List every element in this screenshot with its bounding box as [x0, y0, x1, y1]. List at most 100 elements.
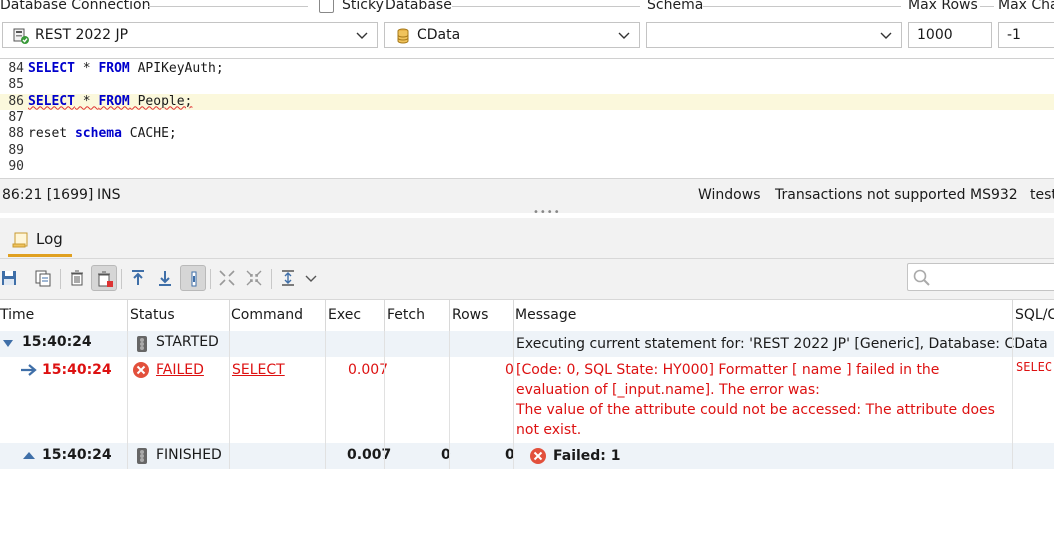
chevron-down-icon [880, 32, 892, 39]
arrow-down-icon [159, 271, 171, 286]
header-sql[interactable]: SQL/C [1015, 307, 1054, 323]
schema-label: Schema [647, 0, 704, 13]
table-row[interactable]: 15:40:24 FAILED SELECT 0.007 0 [Code: 0,… [0, 357, 1054, 442]
max-chars-value: -1 [1007, 27, 1021, 43]
database-value: CData [417, 27, 461, 43]
row-time: 15:40:24 [42, 362, 112, 378]
row-sql: SELEC [1016, 360, 1053, 374]
line-number: 87 [8, 109, 24, 125]
line-number: 90 [8, 158, 24, 174]
chevron-down-icon [618, 32, 630, 39]
editor-line[interactable]: 84 SELECT * FROM APIKeyAuth; [0, 61, 1054, 77]
row-status-link[interactable]: FAILED [156, 362, 204, 378]
arrow-up-icon [132, 270, 144, 285]
header-command[interactable]: Command [231, 307, 303, 323]
editor-line[interactable]: 89 [0, 143, 1054, 159]
row-exec: 0.007 [348, 362, 389, 378]
tab-log[interactable]: Log [8, 222, 72, 257]
code-text: SELECT * FROM APIKeyAuth; [28, 61, 224, 76]
max-rows-input[interactable]: 1000 [908, 22, 992, 48]
splitter-handle[interactable]: •••• [533, 207, 561, 218]
divider [980, 6, 994, 7]
schema-select[interactable] [646, 22, 902, 48]
database-select[interactable]: CData [384, 22, 640, 48]
sql-editor[interactable]: 84 SELECT * FROM APIKeyAuth; 85 86 SELECT * … [0, 58, 1054, 177]
insert-mode: INS [97, 187, 121, 203]
code-text: SELECT * FROM People; [28, 93, 193, 109]
save-icon [2, 271, 16, 285]
database-icon [397, 28, 409, 44]
collapse-all-button[interactable] [241, 265, 267, 291]
header-time[interactable]: Time [0, 307, 34, 323]
sticky-checkbox[interactable] [319, 0, 334, 13]
divider [703, 6, 901, 7]
editor-line[interactable]: 88 reset schema CACHE; [0, 126, 1054, 142]
max-chars-input[interactable]: -1 [998, 22, 1054, 48]
editor-line[interactable]: 86 SELECT * FROM People; [0, 93, 1054, 110]
collapse-triangle-icon[interactable] [2, 339, 14, 349]
transactions-status: Transactions not supported [775, 187, 966, 203]
toolbar-separator [121, 269, 122, 289]
clear-on-execute-toggle[interactable] [91, 265, 117, 291]
log-search-input[interactable] [907, 263, 1054, 291]
copy-icon [35, 270, 51, 287]
log-table-header: Time Status Command Exec Fetch Rows Mess… [0, 299, 1054, 332]
clear-log-button[interactable] [64, 265, 90, 291]
row-message: Failed: 1 [553, 448, 621, 464]
save-log-button[interactable] [0, 265, 22, 291]
toolbar-separator [60, 269, 61, 289]
chevron-down-icon [305, 275, 317, 282]
header-fetch[interactable]: Fetch [387, 307, 425, 323]
search-icon [913, 269, 930, 286]
traffic-light-icon [137, 448, 147, 464]
db-connection-value: REST 2022 JP [35, 27, 129, 43]
log-icon [12, 232, 28, 248]
filter-icon [282, 270, 294, 286]
row-status: STARTED [156, 334, 219, 350]
trash-icon [71, 270, 83, 286]
row-time: 15:40:24 [42, 447, 112, 463]
expand-all-button[interactable] [214, 265, 240, 291]
trash-auto-icon [98, 271, 113, 287]
toolbar-separator [210, 269, 211, 289]
row-command-link[interactable]: SELECT [232, 362, 285, 378]
row-status: FINISHED [156, 447, 222, 463]
traffic-light-icon [137, 336, 147, 352]
editor-line[interactable]: 85 [0, 77, 1054, 93]
tab-log-label: Log [36, 230, 63, 248]
row-message: [Code: 0, SQL State: HY000] Formatter [ … [516, 360, 1010, 440]
tab-bar: Log [0, 218, 1054, 259]
log-toolbar [0, 259, 1054, 299]
divider [452, 6, 640, 7]
row-message-line1: [Code: 0, SQL State: HY000] Formatter [ … [516, 362, 940, 398]
header-status[interactable]: Status [130, 307, 175, 323]
row-time: 15:40:24 [22, 334, 92, 350]
encoding: MS932 [970, 187, 1018, 203]
collapse-icon [246, 270, 262, 286]
filter-dropdown-button[interactable] [298, 265, 320, 291]
table-row[interactable]: 15:40:24 FINISHED 0.007 0 0 Failed: 1 [0, 443, 1054, 469]
line-number: 85 [8, 77, 24, 93]
expand-triangle-icon[interactable] [22, 451, 36, 461]
line-number: 89 [8, 142, 24, 158]
line-number: 86 [8, 93, 24, 109]
header-exec[interactable]: Exec [328, 307, 361, 323]
status-bar: 86:21 [1699] INS Windows Transactions no… [0, 178, 1054, 213]
editor-line[interactable]: 90 [0, 159, 1054, 175]
cursor-position: 86:21 [1699] [2, 187, 94, 203]
header-message[interactable]: Message [515, 307, 576, 323]
header-rows[interactable]: Rows [452, 307, 488, 323]
table-row[interactable]: 15:40:24 STARTED Executing current state… [0, 331, 1054, 357]
scroll-top-button[interactable] [125, 265, 151, 291]
scroll-bottom-button[interactable] [152, 265, 178, 291]
connection-icon [13, 28, 29, 44]
database-label: Database [385, 0, 452, 13]
max-rows-label: Max Rows [908, 0, 978, 13]
db-connection-select[interactable]: REST 2022 JP [2, 22, 378, 48]
copy-log-button[interactable] [30, 265, 56, 291]
max-rows-value: 1000 [917, 27, 953, 43]
db-connection-label: Database Connection [0, 0, 151, 13]
editor-line[interactable]: 87 [0, 110, 1054, 126]
error-icon [133, 362, 149, 378]
scroll-lock-toggle[interactable] [180, 265, 206, 291]
